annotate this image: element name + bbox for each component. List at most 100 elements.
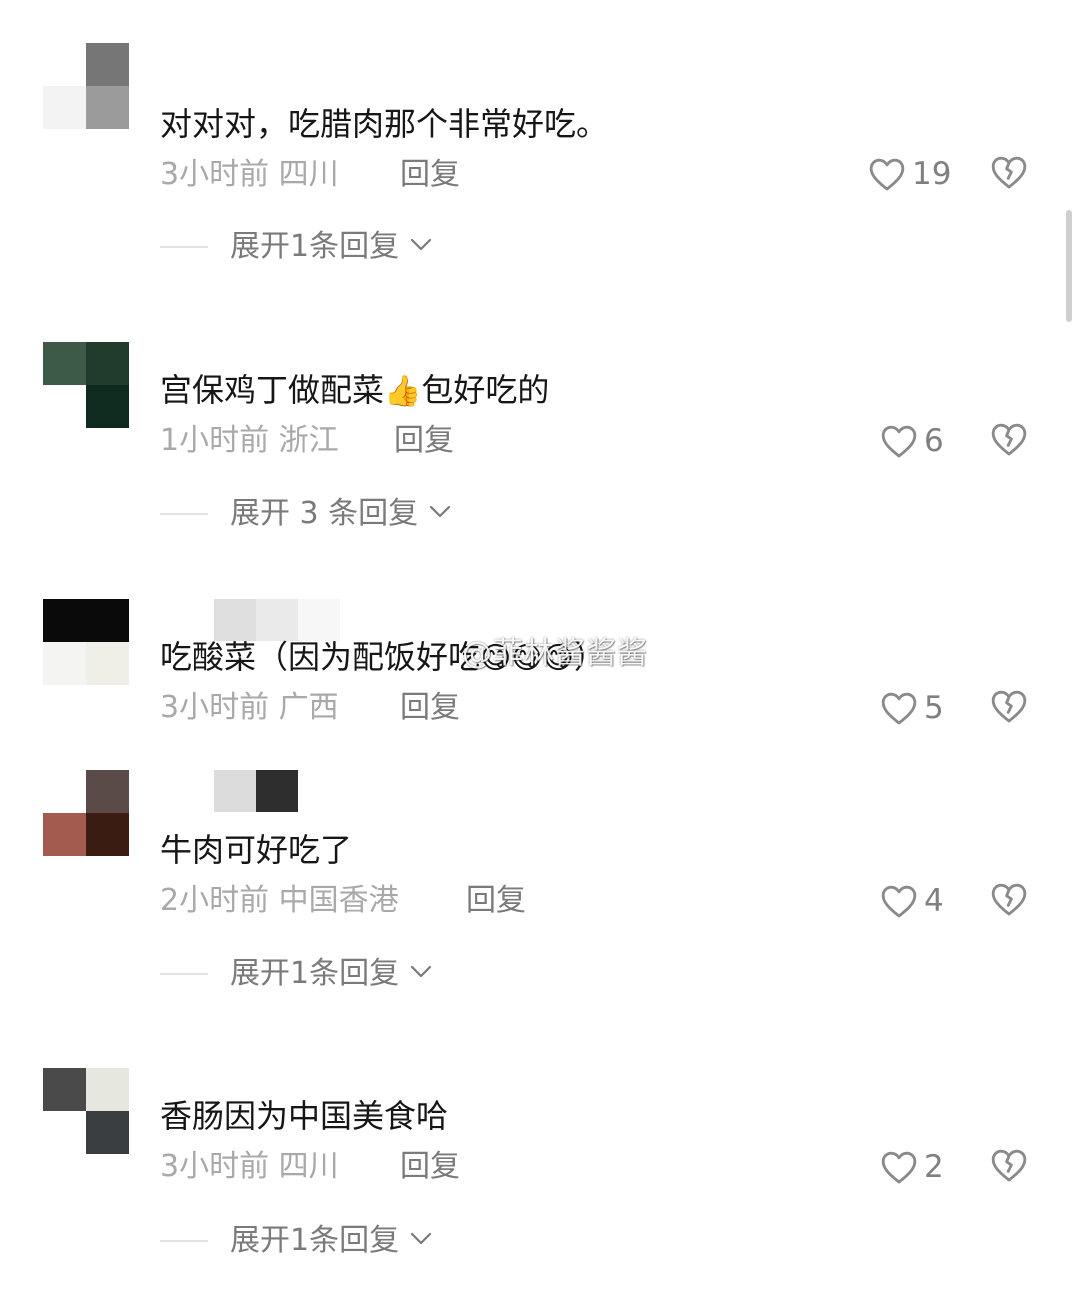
avatar-pixel bbox=[43, 599, 86, 642]
comment-meta: 1小时前 浙江 bbox=[160, 421, 339, 461]
comment-location: 四川 bbox=[278, 1149, 339, 1184]
comment-text: 对对对，吃腊肉那个非常好吃。 bbox=[160, 105, 609, 143]
thumbs-up-emoji: 👍 bbox=[384, 374, 422, 409]
expand-replies-label: 展开1条回复 bbox=[230, 956, 400, 991]
heart-icon bbox=[880, 690, 918, 726]
heart-icon bbox=[868, 156, 906, 192]
chevron-down-icon bbox=[399, 1231, 433, 1251]
dislike-button[interactable] bbox=[990, 154, 1028, 190]
comment-meta: 3小时前 广西 bbox=[160, 688, 339, 728]
like-count: 4 bbox=[924, 883, 944, 919]
username-mosaic[interactable] bbox=[214, 770, 298, 812]
comment-time: 1小时前 bbox=[160, 423, 270, 458]
avatar-pixel bbox=[43, 1068, 86, 1111]
avatar[interactable] bbox=[43, 1068, 129, 1154]
reply-button[interactable]: 回复 bbox=[466, 881, 526, 921]
comment-time: 3小时前 bbox=[160, 1149, 270, 1184]
like-button[interactable]: 5 bbox=[880, 688, 944, 728]
avatar[interactable] bbox=[43, 770, 129, 856]
comment-text: 宫保鸡丁做配菜👍包好吃的 bbox=[160, 370, 549, 412]
avatar-pixel bbox=[43, 342, 86, 385]
avatar-pixel bbox=[43, 813, 86, 856]
avatar-pixel bbox=[86, 642, 129, 685]
comment-meta: 3小时前 四川 bbox=[160, 1147, 339, 1187]
avatar-pixel bbox=[86, 770, 129, 813]
dislike-button[interactable] bbox=[990, 421, 1028, 457]
like-count: 5 bbox=[924, 690, 944, 726]
broken-heart-icon bbox=[990, 688, 1028, 724]
reply-button[interactable]: 回复 bbox=[400, 155, 460, 195]
expand-replies[interactable]: 展开1条回复 bbox=[160, 227, 433, 267]
like-button[interactable]: 6 bbox=[880, 421, 944, 461]
comment-location: 四川 bbox=[278, 157, 339, 192]
heart-icon bbox=[880, 423, 918, 459]
avatar[interactable] bbox=[43, 342, 129, 428]
comment-location: 广西 bbox=[278, 690, 339, 725]
comment-text-part: 宫保鸡丁做配菜 bbox=[160, 371, 385, 409]
comment-time: 2小时前 bbox=[160, 883, 270, 918]
avatar-pixel bbox=[43, 770, 86, 813]
like-count: 2 bbox=[924, 1149, 944, 1185]
divider-line bbox=[160, 513, 208, 515]
username-pixel bbox=[256, 599, 298, 641]
broken-heart-icon bbox=[990, 881, 1028, 917]
comment-time: 3小时前 bbox=[160, 157, 270, 192]
avatar-pixel bbox=[43, 43, 86, 86]
expand-replies[interactable]: 展开1条回复 bbox=[160, 1221, 433, 1261]
chevron-down-icon bbox=[399, 964, 433, 984]
like-button[interactable]: 4 bbox=[880, 881, 944, 921]
username-pixel bbox=[214, 599, 256, 641]
broken-heart-icon bbox=[990, 1147, 1028, 1183]
like-count: 19 bbox=[912, 156, 952, 192]
reply-button[interactable]: 回复 bbox=[394, 421, 454, 461]
avatar[interactable] bbox=[43, 599, 129, 685]
comment-text: 牛肉可好吃了 bbox=[160, 831, 353, 869]
divider-line bbox=[160, 973, 208, 975]
like-count: 6 bbox=[924, 423, 944, 459]
comment-meta: 3小时前 四川 bbox=[160, 155, 339, 195]
broken-heart-icon bbox=[990, 421, 1028, 457]
reply-button[interactable]: 回复 bbox=[400, 688, 460, 728]
comment-text-part: 包好吃的 bbox=[421, 371, 550, 409]
username-mosaic[interactable] bbox=[214, 599, 340, 641]
avatar-pixel bbox=[86, 86, 129, 129]
avatar-pixel bbox=[86, 43, 129, 86]
reply-button[interactable]: 回复 bbox=[400, 1147, 460, 1187]
avatar-pixel bbox=[86, 342, 129, 385]
avatar-pixel bbox=[86, 813, 129, 856]
username-pixel bbox=[214, 770, 256, 812]
comment-text-part: 吃酸菜（因为配饭好吃 bbox=[160, 638, 481, 676]
watermark: @菲林酱酱酱 bbox=[462, 636, 648, 671]
avatar-pixel bbox=[86, 1111, 129, 1154]
avatar-pixel bbox=[86, 1068, 129, 1111]
dislike-button[interactable] bbox=[990, 688, 1028, 724]
divider-line bbox=[160, 246, 208, 248]
comment-location: 浙江 bbox=[278, 423, 339, 458]
expand-replies-label: 展开 3 条回复 bbox=[230, 496, 419, 531]
avatar-pixel bbox=[43, 86, 86, 129]
avatar[interactable] bbox=[43, 43, 129, 129]
divider-line bbox=[160, 1240, 208, 1242]
avatar-pixel bbox=[86, 385, 129, 428]
avatar-pixel bbox=[43, 385, 86, 428]
expand-replies[interactable]: 展开 3 条回复 bbox=[160, 494, 452, 534]
comment-meta: 2小时前 中国香港 bbox=[160, 881, 399, 921]
dislike-button[interactable] bbox=[990, 881, 1028, 917]
scrollbar[interactable] bbox=[1066, 210, 1072, 322]
like-button[interactable]: 19 bbox=[868, 154, 951, 194]
dislike-button[interactable] bbox=[990, 1147, 1028, 1183]
heart-icon bbox=[880, 883, 918, 919]
broken-heart-icon bbox=[990, 154, 1028, 190]
comment-location: 中国香港 bbox=[278, 883, 399, 918]
expand-replies[interactable]: 展开1条回复 bbox=[160, 954, 433, 994]
heart-icon bbox=[880, 1149, 918, 1185]
chevron-down-icon bbox=[418, 504, 452, 524]
like-button[interactable]: 2 bbox=[880, 1147, 944, 1187]
comment-time: 3小时前 bbox=[160, 690, 270, 725]
avatar-pixel bbox=[43, 642, 86, 685]
avatar-pixel bbox=[43, 1111, 86, 1154]
avatar-pixel bbox=[86, 599, 129, 642]
expand-replies-label: 展开1条回复 bbox=[230, 229, 400, 264]
chevron-down-icon bbox=[399, 237, 433, 257]
username-pixel bbox=[298, 599, 340, 641]
